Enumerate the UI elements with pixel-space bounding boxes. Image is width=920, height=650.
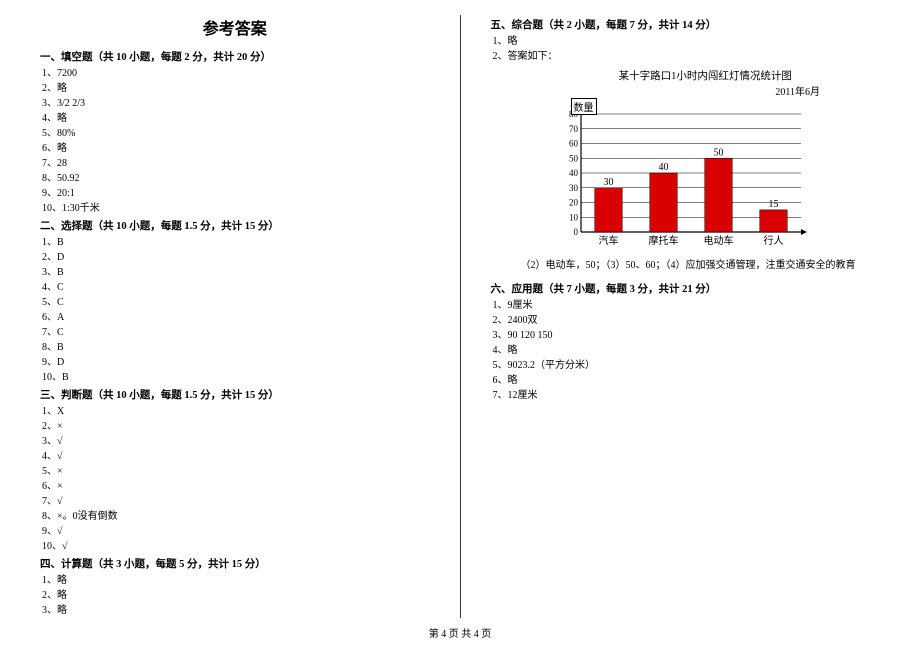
sec6-item: 1、9厘米 (493, 298, 881, 313)
svg-text:50: 50 (569, 153, 579, 163)
sec1-item: 10、1:30千米 (42, 201, 430, 216)
sec3-item: 4、√ (42, 449, 430, 464)
svg-text:10: 10 (569, 212, 579, 222)
svg-text:摩托车: 摩托车 (648, 234, 678, 247)
sec3-item: 9、√ (42, 524, 430, 539)
sec2-item: 10、B (42, 370, 430, 385)
svg-text:20: 20 (569, 198, 579, 208)
sec1-item: 6、略 (42, 141, 430, 156)
page-footer: 第 4 页 共 4 页 (0, 625, 920, 640)
sec5-item: 1、略 (493, 34, 881, 49)
sec3-item: 3、√ (42, 434, 430, 449)
y-axis-label: 数量 (571, 98, 597, 115)
sec6-item: 6、略 (493, 373, 881, 388)
bar-chart: 数量 0102030405060708030汽车40摩托车50电动车15行人 (551, 102, 811, 252)
svg-text:60: 60 (569, 139, 579, 149)
svg-text:0: 0 (573, 227, 578, 237)
sec6-item: 2、2400双 (493, 313, 881, 328)
sec3-item: 6、× (42, 479, 430, 494)
sec1-item: 5、80% (42, 126, 430, 141)
sec2-item: 6、A (42, 310, 430, 325)
svg-text:30: 30 (603, 177, 613, 188)
svg-text:50: 50 (713, 147, 723, 158)
sec1-item: 7、28 (42, 156, 430, 171)
chart-caption: （2）电动车，50；（3）50、60；（4）应加强交通管理，注重交通安全的教育 (521, 256, 881, 271)
sec3-item: 7、√ (42, 494, 430, 509)
sec3-item: 10、√ (42, 539, 430, 554)
section-1-header: 一、填空题（共 10 小题，每题 2 分，共计 20 分） (40, 49, 430, 64)
section-5-header: 五、综合题（共 2 小题，每题 7 分，共计 14 分） (491, 17, 881, 32)
section-6-header: 六、应用题（共 7 小题，每题 3 分，共计 21 分） (491, 281, 881, 296)
sec6-item: 4、略 (493, 343, 881, 358)
sec1-item: 3、3/2 2/3 (42, 96, 430, 111)
svg-text:40: 40 (658, 162, 668, 173)
section-4-header: 四、计算题（共 3 小题，每题 5 分，共计 15 分） (40, 556, 430, 571)
svg-text:70: 70 (569, 124, 579, 134)
sec1-item: 2、略 (42, 81, 430, 96)
sec2-item: 8、B (42, 340, 430, 355)
sec2-item: 5、C (42, 295, 430, 310)
sec5-item: 2、答案如下： (493, 49, 881, 64)
sec2-item: 1、B (42, 235, 430, 250)
page-title: 参考答案 (40, 15, 430, 39)
sec4-item: 1、略 (42, 573, 430, 588)
sec3-item: 5、× (42, 464, 430, 479)
sec4-item: 3、略 (42, 603, 430, 618)
sec6-item: 7、12厘米 (493, 388, 881, 403)
sec2-item: 2、D (42, 250, 430, 265)
sec2-item: 7、C (42, 325, 430, 340)
svg-text:汽车: 汽车 (598, 234, 618, 247)
svg-text:30: 30 (569, 183, 579, 193)
svg-text:15: 15 (768, 199, 778, 210)
sec3-item: 1、X (42, 404, 430, 419)
sec2-item: 4、C (42, 280, 430, 295)
sec1-item: 4、略 (42, 111, 430, 126)
svg-text:40: 40 (569, 168, 579, 178)
sec3-item: 2、× (42, 419, 430, 434)
section-2-header: 二、选择题（共 10 小题，每题 1.5 分，共计 15 分） (40, 218, 430, 233)
sec1-item: 9、20:1 (42, 186, 430, 201)
svg-text:行人: 行人 (763, 234, 783, 247)
sec2-item: 9、D (42, 355, 430, 370)
sec1-item: 1、7200 (42, 66, 430, 81)
svg-text:电动车: 电动车 (703, 234, 733, 247)
chart-title: 某十字路口1小时内闯红灯情况统计图 (531, 68, 881, 83)
sec3-item: 8、×。0没有倒数 (42, 509, 430, 524)
sec6-item: 5、9023.2（平方分米） (493, 358, 881, 373)
sec6-item: 3、90 120 150 (493, 328, 881, 343)
sec1-item: 8、50.92 (42, 171, 430, 186)
section-3-header: 三、判断题（共 10 小题，每题 1.5 分，共计 15 分） (40, 387, 430, 402)
sec4-item: 2、略 (42, 588, 430, 603)
sec2-item: 3、B (42, 265, 430, 280)
chart-svg: 0102030405060708030汽车40摩托车50电动车15行人 (551, 102, 811, 252)
chart-date: 2011年6月 (491, 83, 821, 98)
